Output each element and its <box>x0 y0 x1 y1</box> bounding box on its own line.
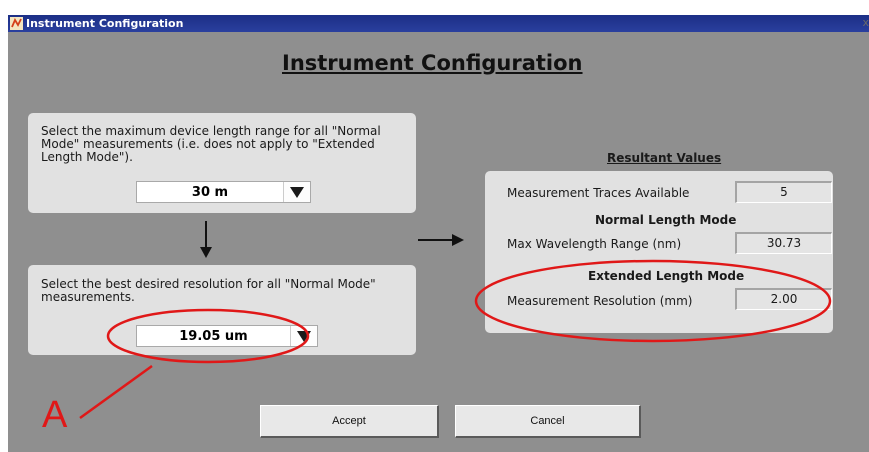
measurement-resolution-highlight-circle <box>474 259 832 343</box>
down-arrow-icon <box>200 221 212 258</box>
annotation-overlay <box>79 221 832 420</box>
right-arrow-icon <box>418 234 464 246</box>
resolution-highlight-circle <box>106 308 310 364</box>
annotation-pointer-line <box>79 364 153 420</box>
annotation-label: A <box>42 394 68 436</box>
